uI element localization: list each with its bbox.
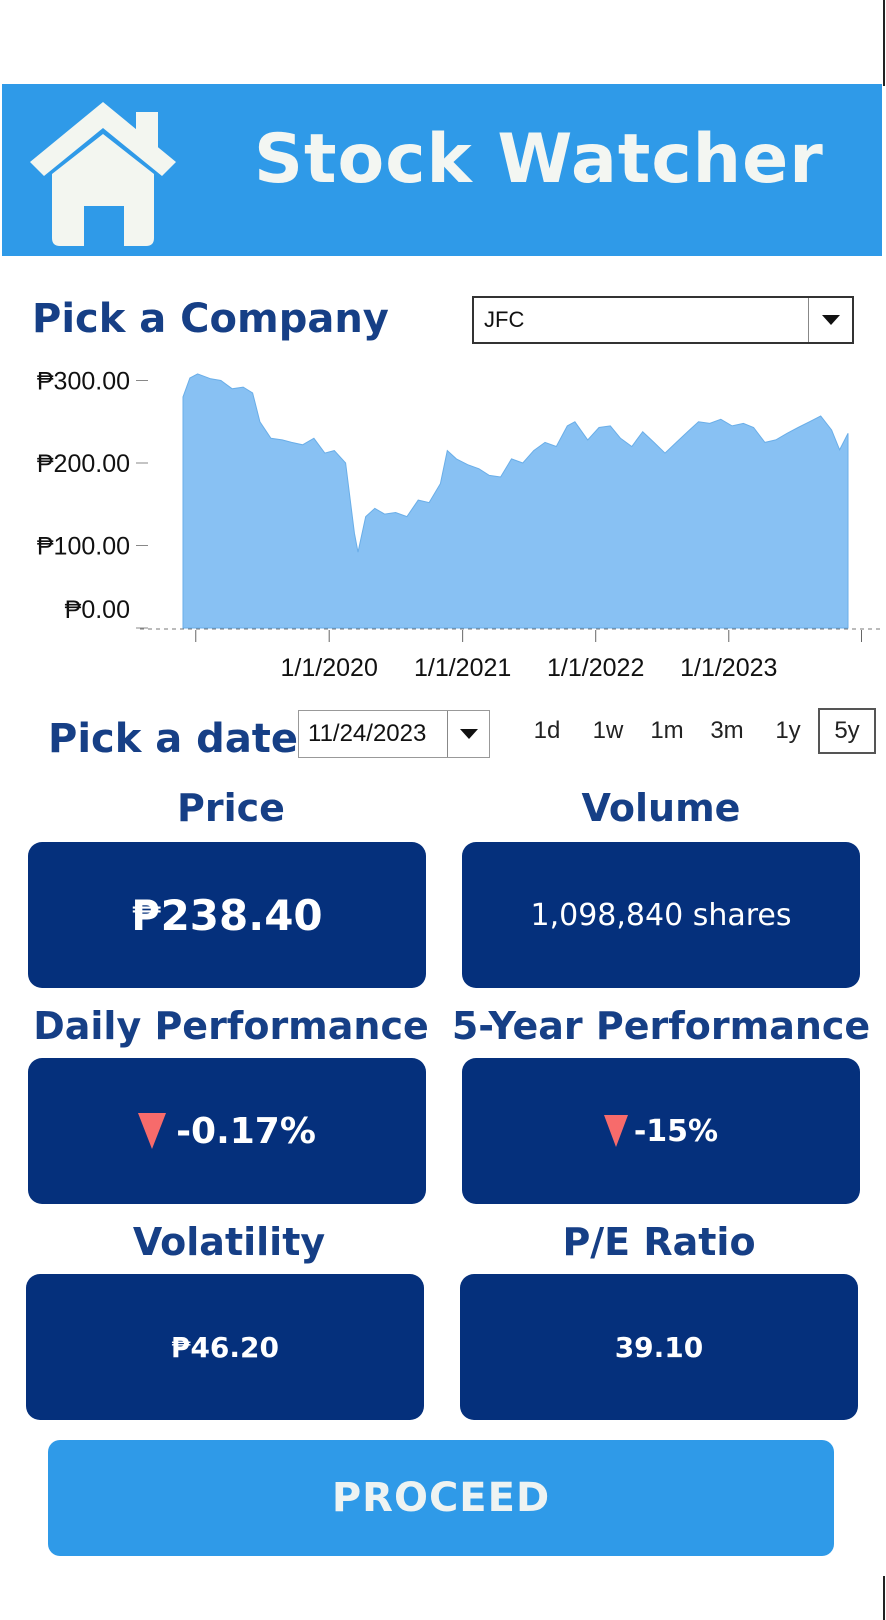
daily-performance-card: -0.17%: [28, 1058, 426, 1204]
chevron-down-icon: [821, 315, 840, 325]
pe-ratio-value: 39.10: [614, 1330, 704, 1364]
range-1m-button[interactable]: 1m: [642, 708, 692, 754]
price-chart: ₱0.00 ₱100.00 ₱200.00 ₱300.00 1/1/2020 1/1/2…: [37, 368, 880, 682]
y-tick-label: ₱0.00: [65, 596, 130, 624]
price-value: ₱238.40: [131, 890, 323, 940]
date-select-value: 11/24/2023: [308, 720, 427, 747]
volume-value: 1,098,840 shares: [530, 897, 792, 933]
volatility-label: Volatility: [132, 1220, 326, 1264]
five-year-performance-card: -15%: [462, 1058, 860, 1204]
volume-card: 1,098,840 shares: [462, 842, 860, 988]
five-year-performance-value: -15%: [633, 1113, 719, 1149]
edge-mark-top: [883, 0, 885, 86]
range-1y-button[interactable]: 1y: [764, 708, 812, 754]
price-card: ₱238.40: [28, 842, 426, 988]
five-year-performance-label: 5-Year Performance: [451, 1004, 871, 1048]
app-header: Stock Watcher: [2, 84, 882, 256]
x-tick-label: 1/1/2022: [547, 654, 644, 682]
price-label: Price: [177, 786, 285, 830]
volatility-value: ₱46.20: [170, 1330, 280, 1364]
x-tick-label: 1/1/2021: [414, 654, 511, 682]
range-1w-button[interactable]: 1w: [583, 708, 633, 754]
company-label: Pick a Company: [32, 296, 389, 342]
daily-performance-label: Daily Performance: [33, 1004, 429, 1048]
app-title: Stock Watcher: [254, 120, 824, 199]
range-3m-button[interactable]: 3m: [702, 708, 752, 754]
daily-performance-value: -0.17%: [176, 1110, 316, 1152]
x-tick-label: 1/1/2020: [281, 654, 378, 682]
range-1d-button[interactable]: 1d: [524, 708, 570, 754]
pe-ratio-card: 39.10: [460, 1274, 858, 1420]
proceed-button[interactable]: PROCEED: [48, 1440, 834, 1556]
edge-mark-bottom: [883, 1576, 885, 1620]
company-select[interactable]: JFC: [472, 296, 854, 344]
company-dropdown-button[interactable]: [808, 298, 852, 342]
range-5y-button[interactable]: 5y: [818, 708, 876, 754]
down-triangle-icon: [603, 1115, 628, 1147]
pe-ratio-label: P/E Ratio: [562, 1220, 756, 1264]
volume-label: Volume: [581, 786, 741, 830]
volatility-card: ₱46.20: [26, 1274, 424, 1420]
date-select[interactable]: 11/24/2023: [298, 710, 490, 758]
chevron-down-icon: [459, 729, 478, 739]
y-tick-label: ₱100.00: [37, 533, 130, 561]
home-icon[interactable]: [26, 98, 180, 250]
company-select-value: JFC: [484, 307, 525, 332]
y-tick-label: ₱300.00: [37, 368, 130, 396]
y-tick-label: ₱200.00: [37, 450, 130, 478]
date-label: Pick a date: [48, 716, 299, 762]
down-triangle-icon: [138, 1113, 167, 1149]
date-dropdown-button[interactable]: [447, 711, 489, 757]
x-tick-label: 1/1/2023: [680, 654, 777, 682]
price-area: [182, 373, 849, 629]
